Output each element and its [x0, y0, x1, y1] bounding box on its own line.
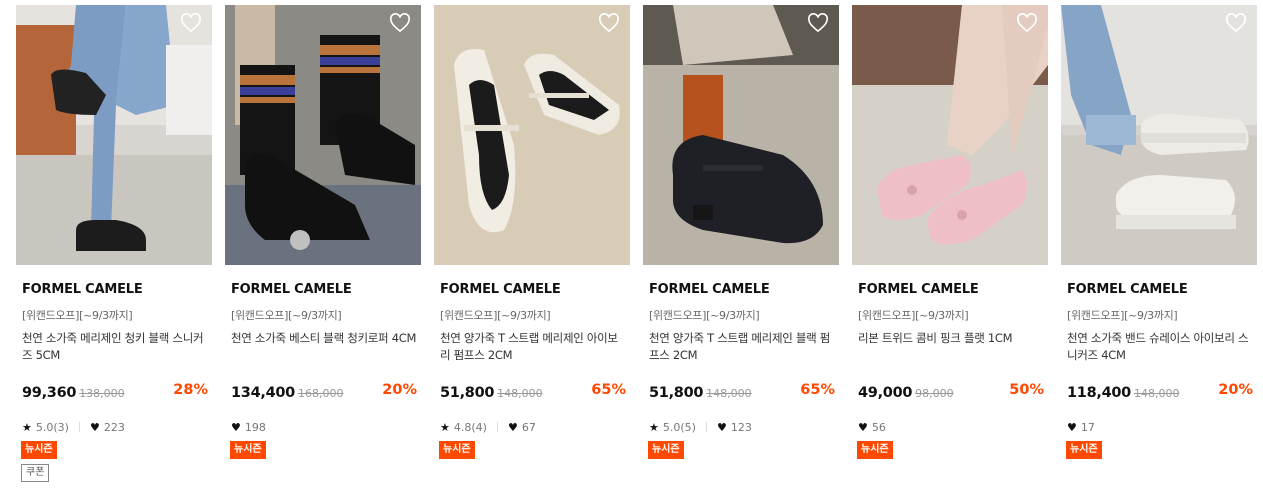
product-grid: FORMEL CAMELE [위캔드오프][~9/3까지] 천연 소가죽 메리제… — [16, 5, 1257, 490]
heart-filled-icon: ♥ — [858, 420, 868, 434]
original-price: 148,000 — [1133, 387, 1180, 400]
review-meta: ★ 5.0(5) ♥ 123 — [649, 419, 752, 435]
brand-name[interactable]: FORMEL CAMELE — [231, 282, 352, 297]
sale-price: 134,400 — [231, 385, 295, 401]
discount-rate: 20% — [382, 382, 417, 398]
promo-text: [위캔드오프][~9/3까지] — [858, 309, 969, 322]
price-row: 134,400 168,000 20% — [231, 382, 417, 402]
wishlist-heart-icon[interactable] — [180, 13, 202, 33]
product-card[interactable]: FORMEL CAMELE [위캔드오프][~9/3까지] 천연 소가죽 베스티… — [225, 5, 421, 490]
likes-count: 198 — [244, 420, 266, 434]
new-season-badge: 뉴시즌 — [230, 441, 266, 459]
original-price: 98,000 — [915, 387, 954, 400]
review-meta: ♥ 198 — [231, 419, 266, 435]
product-name[interactable]: 천연 소가죽 밴드 슈레이스 아이보리 스니커즈 4CM — [1067, 330, 1253, 364]
likes-count: 56 — [871, 420, 886, 434]
heart-filled-icon: ♥ — [89, 420, 100, 434]
price-row: 51,800 148,000 65% — [440, 382, 626, 402]
original-price: 148,000 — [497, 387, 543, 400]
brand-name[interactable]: FORMEL CAMELE — [649, 282, 770, 297]
product-image[interactable] — [225, 5, 421, 265]
review-meta: ★ 5.0(3) ♥ 223 — [22, 419, 125, 435]
heart-filled-icon: ♥ — [1067, 420, 1077, 434]
discount-rate: 50% — [1009, 382, 1044, 398]
promo-text: [위캔드오프][~9/3까지] — [22, 309, 133, 322]
heart-filled-icon: ♥ — [507, 420, 518, 434]
rating-text: 5.0(3) — [35, 420, 69, 434]
wishlist-heart-icon[interactable] — [389, 13, 411, 33]
promo-text: [위캔드오프][~9/3까지] — [649, 309, 760, 322]
divider — [78, 422, 80, 432]
wishlist-heart-icon[interactable] — [598, 13, 620, 33]
new-season-badge: 뉴시즌 — [1066, 441, 1102, 459]
review-meta: ♥ 56 — [858, 419, 886, 435]
product-image[interactable] — [16, 5, 212, 265]
discount-rate: 28% — [173, 382, 208, 398]
brand-name[interactable]: FORMEL CAMELE — [858, 282, 979, 297]
sale-price: 51,800 — [440, 385, 495, 401]
discount-rate: 65% — [800, 382, 835, 398]
discount-rate: 65% — [591, 382, 626, 398]
sale-price: 51,800 — [649, 385, 704, 401]
brand-name[interactable]: FORMEL CAMELE — [22, 282, 143, 297]
promo-text: [위캔드오프][~9/3까지] — [1067, 309, 1178, 322]
product-image[interactable] — [434, 5, 630, 265]
review-meta: ★ 4.8(4) ♥ 67 — [440, 419, 536, 435]
product-card[interactable]: FORMEL CAMELE [위캔드오프][~9/3까지] 천연 소가죽 밴드 … — [1061, 5, 1257, 490]
discount-rate: 20% — [1218, 382, 1253, 398]
rating-text: 4.8(4) — [453, 420, 487, 434]
price-row: 49,000 98,000 50% — [858, 382, 1044, 402]
new-season-badge: 뉴시즌 — [21, 441, 57, 459]
star-icon: ★ — [22, 420, 32, 434]
product-card[interactable]: FORMEL CAMELE [위캔드오프][~9/3까지] 천연 소가죽 메리제… — [16, 5, 212, 490]
product-card[interactable]: FORMEL CAMELE [위캔드오프][~9/3까지] 천연 양가죽 T 스… — [643, 5, 839, 490]
original-price: 148,000 — [706, 387, 752, 400]
product-image[interactable] — [1061, 5, 1257, 265]
price-row: 118,400 148,000 20% — [1067, 382, 1253, 402]
brand-name[interactable]: FORMEL CAMELE — [440, 282, 561, 297]
product-name[interactable]: 천연 양가죽 T 스트랩 메리제인 블랙 펌프스 2CM — [649, 330, 835, 364]
original-price: 138,000 — [79, 387, 125, 400]
price-row: 99,360 138,000 28% — [22, 382, 208, 402]
product-card[interactable]: FORMEL CAMELE [위캔드오프][~9/3까지] 리본 트위드 콤비 … — [852, 5, 1048, 490]
likes-count: 123 — [730, 420, 752, 434]
wishlist-heart-icon[interactable] — [1225, 13, 1247, 33]
sale-price: 99,360 — [22, 385, 77, 401]
promo-text: [위캔드오프][~9/3까지] — [440, 309, 551, 322]
heart-filled-icon: ♥ — [716, 420, 727, 434]
star-icon: ★ — [649, 420, 659, 434]
likes-count: 223 — [103, 420, 125, 434]
likes-count: 67 — [521, 420, 536, 434]
heart-filled-icon: ♥ — [231, 420, 241, 434]
wishlist-heart-icon[interactable] — [1016, 13, 1038, 33]
sale-price: 118,400 — [1067, 385, 1131, 401]
rating-text: 5.0(5) — [662, 420, 696, 434]
product-card[interactable]: FORMEL CAMELE [위캔드오프][~9/3까지] 천연 양가죽 T 스… — [434, 5, 630, 490]
price-row: 51,800 148,000 65% — [649, 382, 835, 402]
star-icon: ★ — [440, 420, 450, 434]
product-image[interactable] — [852, 5, 1048, 265]
review-meta: ♥ 17 — [1067, 419, 1095, 435]
new-season-badge: 뉴시즌 — [439, 441, 475, 459]
brand-name[interactable]: FORMEL CAMELE — [1067, 282, 1188, 297]
sale-price: 49,000 — [858, 385, 913, 401]
wishlist-heart-icon[interactable] — [807, 13, 829, 33]
product-image[interactable] — [643, 5, 839, 265]
likes-count: 17 — [1080, 420, 1095, 434]
product-name[interactable]: 천연 소가죽 메리제인 청키 블랙 스니커즈 5CM — [22, 330, 208, 364]
divider — [496, 422, 498, 432]
divider — [705, 422, 707, 432]
new-season-badge: 뉴시즌 — [857, 441, 893, 459]
product-name[interactable]: 천연 소가죽 베스티 블랙 청키로퍼 4CM — [231, 330, 417, 347]
product-name[interactable]: 리본 트위드 콤비 핑크 플랫 1CM — [858, 330, 1044, 347]
coupon-badge: 쿠폰 — [21, 464, 50, 482]
new-season-badge: 뉴시즌 — [648, 441, 684, 459]
original-price: 168,000 — [297, 387, 344, 400]
product-name[interactable]: 천연 양가죽 T 스트랩 메리제인 아이보리 펌프스 2CM — [440, 330, 626, 364]
promo-text: [위캔드오프][~9/3까지] — [231, 309, 342, 322]
